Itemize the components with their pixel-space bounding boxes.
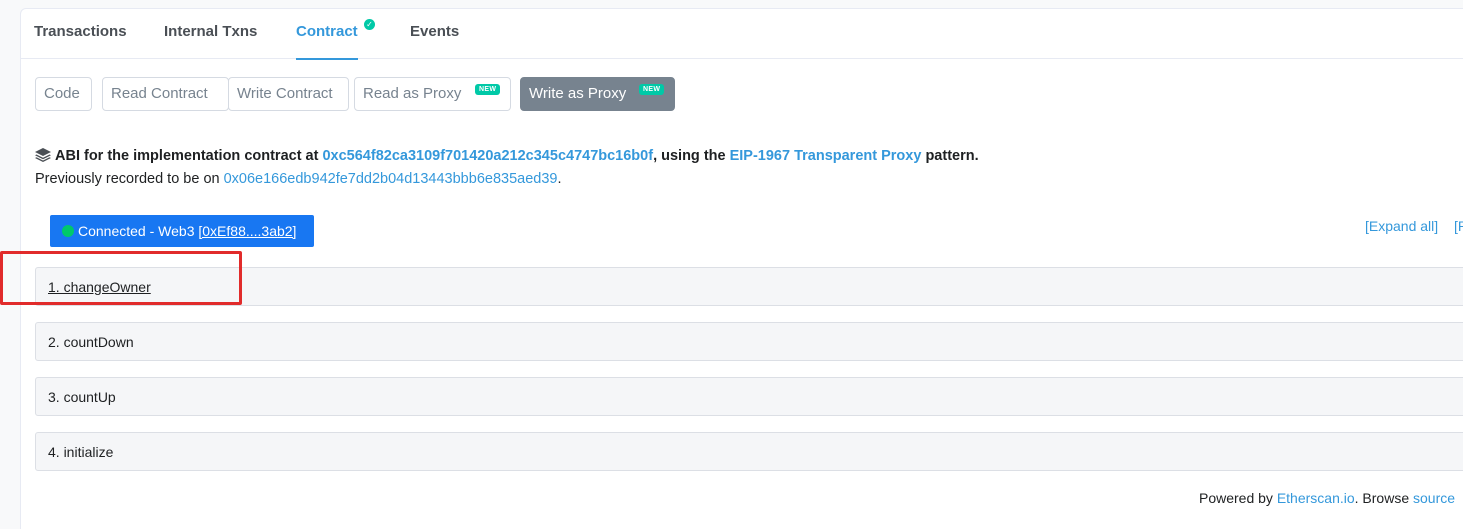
tab-events[interactable]: Events	[410, 9, 459, 59]
new-badge: NEW	[639, 84, 665, 95]
abi-prefix: ABI for the implementation contract at	[55, 148, 323, 164]
function-initialize[interactable]: 4. initialize	[35, 432, 1463, 471]
tab-transactions[interactable]: Transactions	[34, 9, 127, 59]
connect-label: Connected - Web3	[78, 223, 199, 239]
previous-address-link[interactable]: 0x06e166edb942fe7dd2b04d13443bbb6e835aed…	[224, 171, 558, 187]
abi-info: ABI for the implementation contract at 0…	[35, 148, 979, 164]
reset-link[interactable]: [R	[1454, 218, 1463, 234]
abi-suffix: pattern.	[921, 148, 979, 164]
write-as-proxy-label: Write as Proxy	[529, 85, 627, 102]
connect-web3-button[interactable]: Connected - Web3 [0xEf88....3ab2]	[50, 215, 314, 247]
write-as-proxy-button[interactable]: Write as Proxy NEW	[520, 77, 675, 111]
verified-check-icon: ✓	[364, 19, 375, 30]
function-label: 3. countUp	[48, 389, 116, 405]
layers-icon	[35, 148, 51, 162]
read-contract-button[interactable]: Read Contract	[102, 77, 229, 111]
etherscan-link[interactable]: Etherscan.io	[1277, 490, 1355, 506]
code-button[interactable]: Code	[35, 77, 92, 111]
proxy-pattern-link[interactable]: EIP-1967 Transparent Proxy	[730, 148, 922, 164]
connected-address[interactable]: [0xEf88....3ab2]	[198, 223, 296, 239]
implementation-address-link[interactable]: 0xc564f82ca3109f701420a212c345c4747bc16b…	[322, 148, 653, 164]
browse-source-link[interactable]: source	[1413, 490, 1455, 506]
previous-prefix: Previously recorded to be on	[35, 171, 224, 187]
write-contract-button[interactable]: Write Contract	[228, 77, 349, 111]
tab-contract-label: Contract	[296, 23, 358, 40]
expand-all-link[interactable]: [Expand all]	[1365, 218, 1438, 234]
connected-status-icon	[62, 225, 74, 237]
new-badge: NEW	[475, 84, 501, 95]
read-as-proxy-button[interactable]: Read as Proxy NEW	[354, 77, 511, 111]
function-label: 2. countDown	[48, 334, 134, 350]
footer-prefix: Powered by	[1199, 490, 1277, 506]
function-label: 1. changeOwner	[48, 279, 151, 295]
function-change-owner[interactable]: 1. changeOwner	[35, 267, 1463, 306]
contract-card: Transactions Internal Txns Contract ✓ Ev…	[20, 8, 1463, 529]
function-count-down[interactable]: 2. countDown	[35, 322, 1463, 361]
footer: Powered by Etherscan.io. Browse source	[1199, 490, 1455, 506]
previous-implementation: Previously recorded to be on 0x06e166edb…	[35, 171, 562, 187]
function-label: 4. initialize	[48, 444, 114, 460]
read-as-proxy-label: Read as Proxy	[363, 85, 462, 102]
tab-internal-txns[interactable]: Internal Txns	[164, 9, 257, 59]
tab-contract[interactable]: Contract	[296, 9, 358, 60]
tab-bar: Transactions Internal Txns Contract ✓ Ev…	[21, 9, 1463, 60]
footer-middle: . Browse	[1354, 490, 1414, 506]
abi-middle: , using the	[653, 148, 730, 164]
previous-suffix: .	[557, 171, 562, 187]
function-count-up[interactable]: 3. countUp	[35, 377, 1463, 416]
